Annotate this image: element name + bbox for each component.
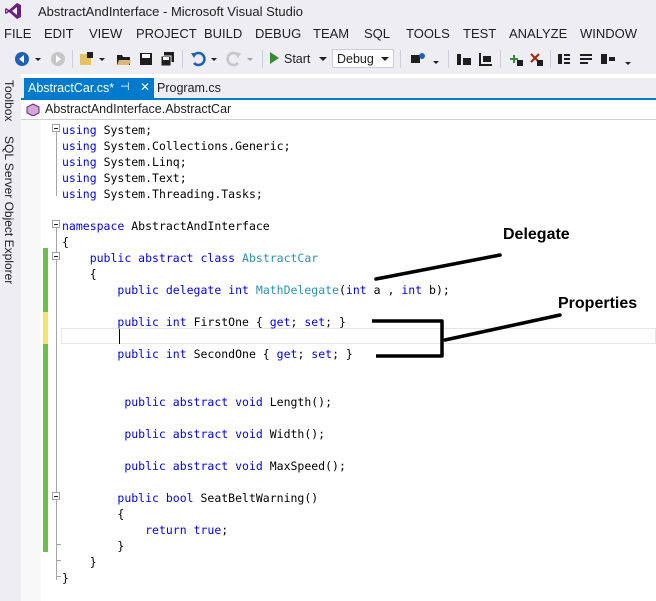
properties-bracket: [372, 319, 444, 358]
properties-pointer-line: [443, 313, 562, 342]
delegate-pointer-line: [374, 253, 502, 281]
delegate-annotation: Delegate: [503, 226, 570, 243]
properties-annotation: Properties: [558, 295, 638, 312]
